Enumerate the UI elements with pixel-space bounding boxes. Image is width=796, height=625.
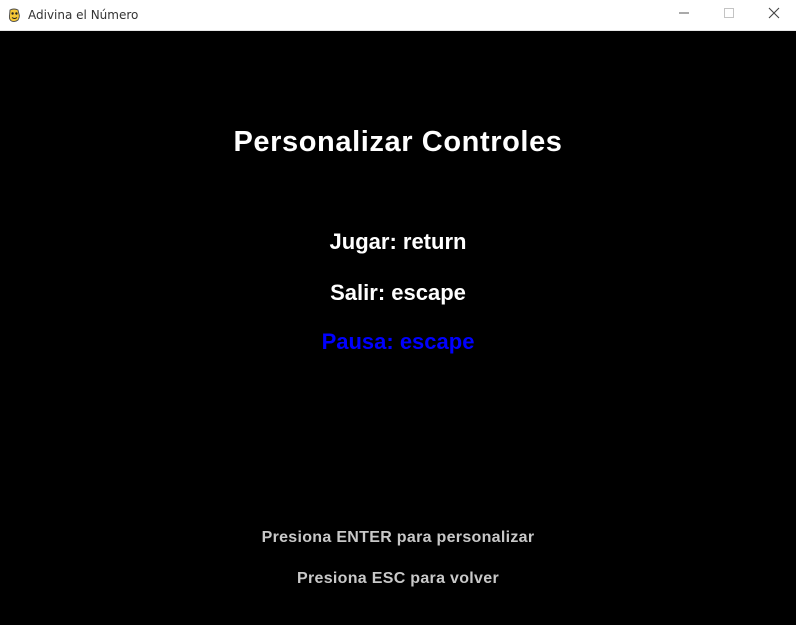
game-window: Adivina el Número Personalizar Controles… [0,0,796,625]
game-canvas[interactable]: Personalizar Controles Jugar: return Sal… [0,31,796,625]
close-icon [768,6,780,24]
pygame-snake-icon [7,8,22,23]
title-bar[interactable]: Adivina el Número [0,0,796,31]
control-option-play[interactable]: Jugar: return [0,229,796,255]
window-title: Adivina el Número [28,8,139,22]
minimize-icon [678,6,690,24]
control-option-pause[interactable]: Pausa: escape [0,329,796,355]
control-option-quit[interactable]: Salir: escape [0,280,796,306]
maximize-button[interactable] [706,0,752,30]
maximize-icon [723,6,735,24]
hint-esc-back: Presiona ESC para volver [297,570,499,587]
minimize-button[interactable] [661,0,707,30]
hint-enter-customize: Presiona ENTER para personalizar [261,529,535,546]
close-button[interactable] [751,0,796,30]
page-title: Personalizar Controles [233,126,563,158]
